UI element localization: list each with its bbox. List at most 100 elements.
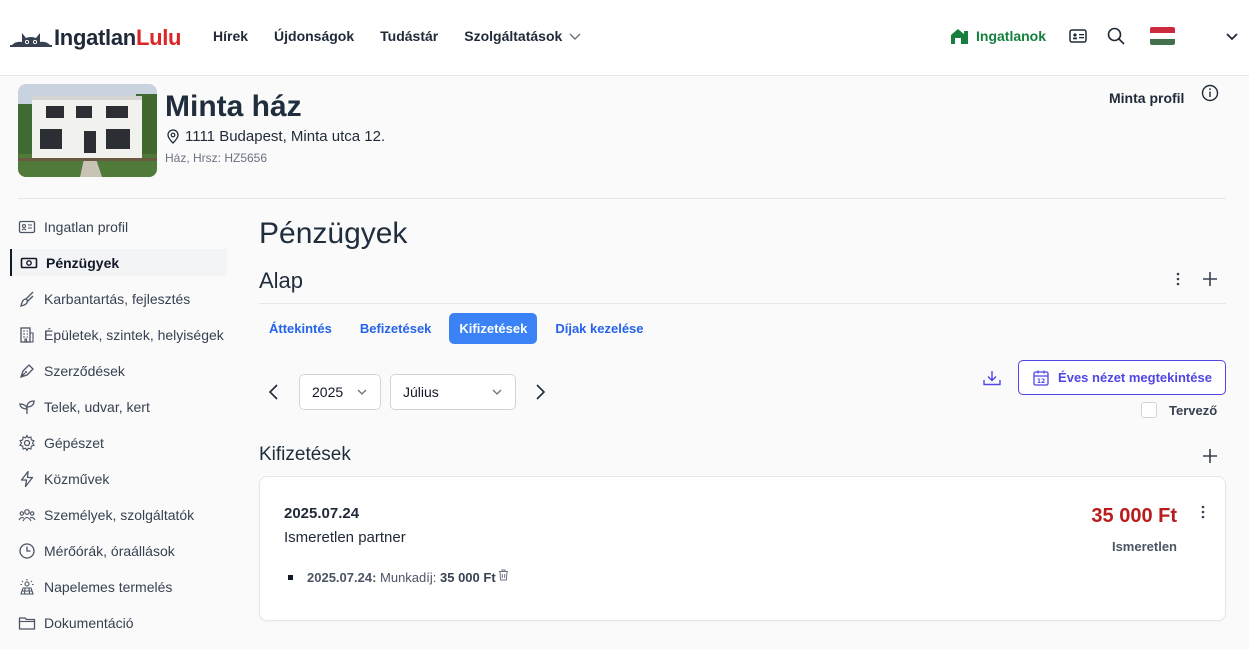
sidebar-item-label: Közművek <box>44 471 110 487</box>
info-icon[interactable] <box>1201 84 1219 102</box>
month-value: Július <box>403 384 439 400</box>
chevron-down-icon <box>357 389 367 395</box>
chevron-right-icon[interactable] <box>531 383 549 401</box>
payments-title: Kifizetések <box>259 444 351 465</box>
divider <box>259 303 1226 304</box>
sidebar-item-szemelyek[interactable]: Személyek, szolgáltatók <box>10 497 227 533</box>
sidebar-item-napelemes[interactable]: Napelemes termelés <box>10 569 227 605</box>
tab-attekintes[interactable]: Áttekintés <box>259 313 342 344</box>
bolt-icon <box>20 470 34 488</box>
payment-date: 2025.07.24 <box>284 505 360 522</box>
nav-hirek[interactable]: Hírek <box>213 28 248 44</box>
planner-toggle[interactable]: Tervező <box>1141 402 1217 418</box>
nav-ujdonsagok[interactable]: Újdonságok <box>274 28 354 44</box>
property-address-text: 1111 Budapest, Minta utca 12. <box>185 128 386 145</box>
add-section-icon[interactable] <box>1201 270 1219 288</box>
property-address: 1111 Budapest, Minta utca 12. <box>165 128 385 145</box>
year-value: 2025 <box>312 384 344 400</box>
sidebar-item-label: Szerződések <box>44 363 125 379</box>
sidebar-item-karbantartas[interactable]: Karbantartás, fejlesztés <box>10 281 227 317</box>
annual-view-button[interactable]: 12 Éves nézet megtekintése <box>1018 360 1226 395</box>
logo-text-1: Ingatlan <box>54 25 136 50</box>
sidebar-item-penzugyek[interactable]: Pénzügyek <box>10 249 227 276</box>
sidebar-item-label: Személyek, szolgáltatók <box>44 507 195 523</box>
sidebar-item-kozmuvek[interactable]: Közművek <box>10 461 227 497</box>
line-item-desc: Munkadíj: <box>376 570 440 585</box>
profile-link[interactable]: Minta profil <box>1109 90 1184 106</box>
sidebar-item-label: Ingatlan profil <box>44 219 129 235</box>
tab-befizetesek[interactable]: Befizetések <box>350 313 442 344</box>
add-payment-icon[interactable] <box>1201 447 1219 465</box>
sidebar-item-dokumentacio[interactable]: Dokumentáció <box>10 605 227 641</box>
annual-view-label: Éves nézet megtekintése <box>1058 370 1212 385</box>
nav-szolgaltatasok[interactable]: Szolgáltatások <box>464 28 582 44</box>
folder-icon <box>18 617 36 630</box>
divider <box>18 198 1226 199</box>
sidebar-item-szerzodesek[interactable]: Szerződések <box>10 353 227 389</box>
svg-text:12: 12 <box>1037 378 1045 385</box>
chevron-left-icon[interactable] <box>265 383 283 401</box>
property-title: Minta ház <box>165 90 302 123</box>
planner-checkbox[interactable] <box>1141 402 1157 418</box>
payment-line-item: 2025.07.24: Munkadíj: 35 000 Ft <box>288 569 509 585</box>
payment-status: Ismeretlen <box>1111 539 1177 554</box>
id-card-icon[interactable] <box>1068 26 1088 46</box>
page-title: Pénzügyek <box>259 217 408 250</box>
sidebar-item-ingatlan-profil[interactable]: Ingatlan profil <box>10 209 227 245</box>
section-menu-icon[interactable] <box>1169 270 1187 288</box>
download-icon[interactable] <box>982 368 1002 388</box>
line-item-date: 2025.07.24: <box>307 570 377 585</box>
sidebar-item-label: Mérőórák, óraállások <box>44 543 175 559</box>
nav-szolgaltatasok-label: Szolgáltatások <box>464 28 563 44</box>
properties-link[interactable]: Ingatlanok <box>950 27 1046 45</box>
properties-label: Ingatlanok <box>976 28 1047 44</box>
tab-dijak-kezelese[interactable]: Díjak kezelése <box>545 313 653 344</box>
house-icon <box>951 29 968 44</box>
nav-tudastar[interactable]: Tudástár <box>380 28 438 44</box>
sidebar-item-epuletek[interactable]: Épületek, szintek, helyiségek <box>10 317 227 353</box>
payment-menu-icon[interactable] <box>1201 505 1205 524</box>
id-card-icon <box>18 220 36 234</box>
planner-label: Tervező <box>1169 402 1218 418</box>
finance-tabs: Áttekintés Befizetések Kifizetések Díjak… <box>259 313 662 344</box>
brush-icon <box>20 291 34 307</box>
property-image <box>18 84 157 177</box>
location-pin-icon <box>167 128 179 144</box>
sidebar-item-telek[interactable]: Telek, udvar, kert <box>10 389 227 425</box>
sidebar-item-label: Napelemes termelés <box>44 579 173 595</box>
gear-icon <box>19 434 35 452</box>
payment-card[interactable]: 2025.07.24 Ismeretlen partner 35 000 Ft … <box>259 476 1226 621</box>
sidebar-item-label: Épületek, szintek, helyiségek <box>44 327 224 343</box>
sidebar-item-merooorak[interactable]: Mérőórák, óraállások <box>10 533 227 569</box>
logo-text-2: Lulu <box>135 25 182 50</box>
tab-kifizetesek[interactable]: Kifizetések <box>449 313 538 344</box>
sidebar-item-label: Telek, udvar, kert <box>44 399 150 415</box>
month-select[interactable]: Július <box>390 374 516 410</box>
property-subtitle: Ház, Hrsz: HZ5656 <box>165 151 268 165</box>
section-title: Alap <box>259 268 304 293</box>
clock-icon <box>19 543 35 559</box>
payment-partner: Ismeretlen partner <box>284 529 406 546</box>
solar-icon <box>20 579 34 595</box>
money-icon <box>20 257 38 268</box>
cat-logo-icon <box>10 33 52 47</box>
bullet <box>288 575 293 580</box>
hungarian-flag-icon[interactable] <box>1150 27 1176 45</box>
chevron-down-icon <box>492 389 502 395</box>
calendar-icon: 12 <box>1033 370 1049 386</box>
line-item-amount: 35 000 Ft <box>440 570 496 585</box>
logo[interactable]: IngatlanLulu <box>10 25 181 51</box>
payment-amount: 35 000 Ft <box>1091 505 1177 527</box>
trash-icon[interactable] <box>498 569 509 581</box>
year-select[interactable]: 2025 <box>299 374 381 410</box>
sidebar: Ingatlan profil Pénzügyek Karbantartás, … <box>10 209 227 641</box>
sidebar-item-label: Dokumentáció <box>44 615 134 631</box>
people-icon <box>18 509 36 522</box>
sidebar-item-label: Karbantartás, fejlesztés <box>44 291 191 307</box>
sidebar-item-label: Pénzügyek <box>46 254 120 271</box>
chevron-down-icon[interactable] <box>1225 29 1239 43</box>
leaf-icon <box>19 400 35 414</box>
search-icon[interactable] <box>1106 26 1126 46</box>
sidebar-item-label: Gépészet <box>44 435 104 451</box>
sidebar-item-gepeszet[interactable]: Gépészet <box>10 425 227 461</box>
